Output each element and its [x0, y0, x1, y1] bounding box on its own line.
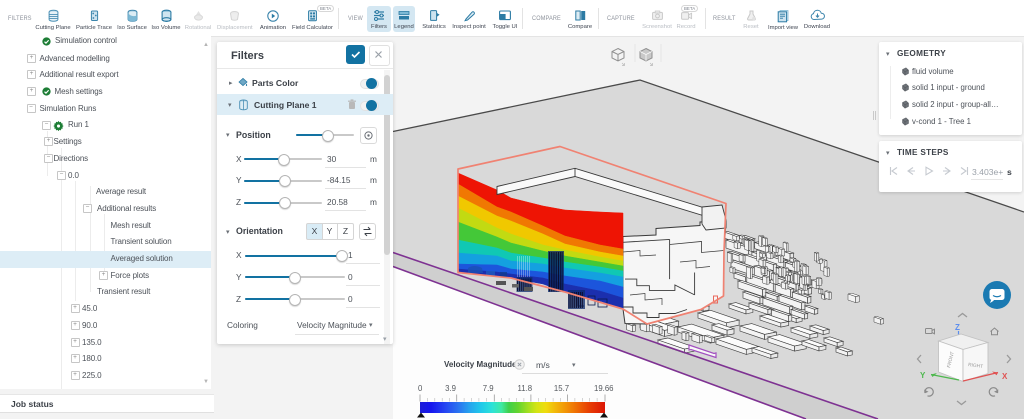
svg-text:Y: Y	[920, 371, 926, 380]
svg-text:11.8: 11.8	[517, 384, 532, 393]
svg-text:15.7: 15.7	[554, 384, 569, 393]
svg-text:7.9: 7.9	[483, 384, 494, 393]
svg-text:Z: Z	[955, 323, 960, 332]
svg-text:X: X	[1002, 372, 1008, 381]
svg-text:0: 0	[418, 384, 423, 393]
svg-text:19.66: 19.66	[594, 384, 614, 393]
svg-text:3.9: 3.9	[445, 384, 456, 393]
